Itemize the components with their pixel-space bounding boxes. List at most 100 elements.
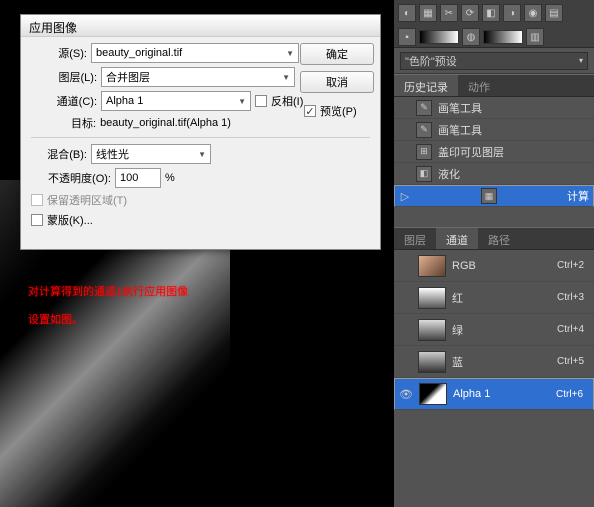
channel-value: Alpha 1: [106, 95, 143, 107]
tab-channels[interactable]: 通道: [436, 228, 478, 249]
history-item[interactable]: ✎ 画笔工具: [394, 119, 594, 141]
channel-name: 绿: [452, 322, 463, 338]
ok-button[interactable]: 确定: [300, 43, 374, 65]
preview-label: 预览(P): [320, 103, 357, 119]
tool-icon[interactable]: ⟳: [461, 4, 479, 22]
tool-icon[interactable]: ◧: [482, 4, 500, 22]
history-item[interactable]: ✎ 画笔工具: [394, 97, 594, 119]
preview-checkbox[interactable]: ✓: [304, 105, 316, 117]
layer-label: 图层(L):: [45, 69, 97, 85]
apply-image-dialog: 应用图像 源(S): beauty_original.tif ▼ 图层(L): …: [20, 14, 381, 250]
tool-icon[interactable]: ▤: [545, 4, 563, 22]
tool-icon[interactable]: ◑: [503, 4, 521, 22]
channel-item[interactable]: 绿 Ctrl+4: [394, 314, 594, 346]
tool-icon[interactable]: ◐: [398, 4, 416, 22]
history-panel: 历史记录 动作 ✎ 画笔工具 ✎ 画笔工具 ⊞ 盖印可见图层 ◧ 液化 ▷▦计算: [394, 74, 594, 207]
top-toolbar: ◐ ▦ ✂ ⟳ ◧ ◑ ◉ ▤ ▪ ◍ ▥: [394, 0, 594, 48]
cancel-label: 取消: [326, 74, 348, 90]
target-value: beauty_original.tif(Alpha 1): [100, 117, 231, 129]
tab-paths[interactable]: 路径: [478, 228, 520, 249]
right-panel-stack: ◐ ▦ ✂ ⟳ ◧ ◑ ◉ ▤ ▪ ◍ ▥ "色阶"预设 ▾ 历史记录 动作 ✎…: [394, 0, 594, 507]
channel-item[interactable]: RGBCtrl+2: [394, 250, 594, 282]
preserve-transparency-checkbox: [31, 194, 43, 206]
preserve-transparency-label: 保留透明区域(T): [47, 192, 127, 208]
history-marker-icon: ▷: [399, 190, 411, 203]
blend-select[interactable]: 线性光 ▼: [91, 144, 211, 164]
channel-thumbnail: [419, 383, 447, 405]
history-item[interactable]: ▷▦计算: [394, 185, 594, 207]
opacity-unit: %: [165, 172, 175, 184]
channel-item[interactable]: 红Ctrl+3: [394, 282, 594, 314]
history-item-label: 画笔工具: [438, 100, 482, 116]
tool-icon[interactable]: ✂: [440, 4, 458, 22]
tab-layers[interactable]: 图层: [394, 228, 436, 249]
channel-name: 蓝: [452, 354, 463, 370]
invert-label: 反相(I): [271, 93, 303, 109]
levels-preset-bar: "色阶"预设 ▾: [394, 48, 594, 74]
history-item-label: 计算: [567, 188, 589, 204]
annotation-line2: 设置如图。: [28, 306, 188, 334]
red-annotation: 对计算得到的通道1执行应用图像 设置如图。: [28, 278, 188, 334]
channel-name: Alpha 1: [453, 388, 490, 400]
visibility-eye-icon[interactable]: 👁: [399, 388, 413, 401]
dropdown-arrow-icon: ▼: [286, 49, 294, 58]
channel-name: RGB: [452, 260, 476, 272]
tool-icon[interactable]: ◉: [524, 4, 542, 22]
divider: [31, 137, 370, 138]
channel-thumbnail: [418, 319, 446, 341]
history-step-icon: ⊞: [416, 144, 432, 160]
tool-icon[interactable]: ▥: [526, 28, 544, 46]
tool-icon[interactable]: ◍: [462, 28, 480, 46]
opacity-input[interactable]: 100: [115, 168, 161, 188]
opacity-label: 不透明度(O):: [31, 170, 111, 186]
source-select[interactable]: beauty_original.tif ▼: [91, 43, 299, 63]
tool-icon[interactable]: ▦: [419, 4, 437, 22]
channel-thumbnail: [418, 287, 446, 309]
history-item-label: 盖印可见图层: [438, 144, 504, 160]
opacity-value: 100: [120, 172, 138, 184]
invert-checkbox[interactable]: [255, 95, 267, 107]
target-label: 目标:: [71, 115, 96, 131]
layer-select[interactable]: 合并图层 ▼: [101, 67, 295, 87]
check-icon: ✓: [305, 105, 314, 118]
channel-thumbnail: [418, 351, 446, 373]
preset-select[interactable]: "色阶"预设 ▾: [400, 52, 588, 70]
channel-name: 红: [452, 290, 463, 306]
gradient-strip[interactable]: [483, 30, 523, 44]
history-item[interactable]: ⊞ 盖印可见图层: [394, 141, 594, 163]
dropdown-arrow-icon: ▼: [198, 150, 206, 159]
channel-shortcut: Ctrl+4: [557, 324, 584, 335]
swatch-icon[interactable]: ▪: [398, 28, 416, 46]
blend-label: 混合(B):: [31, 146, 87, 162]
dialog-title: 应用图像: [21, 15, 380, 37]
source-value: beauty_original.tif: [96, 47, 182, 59]
dropdown-arrow-icon: ▼: [238, 97, 246, 106]
channel-shortcut: Ctrl+5: [557, 356, 584, 367]
channel-shortcut: Ctrl+6: [556, 389, 583, 400]
annotation-line1: 对计算得到的通道1执行应用图像: [28, 278, 188, 306]
history-step-icon: ✎: [416, 122, 432, 138]
blend-value: 线性光: [96, 146, 129, 162]
history-list: ✎ 画笔工具 ✎ 画笔工具 ⊞ 盖印可见图层 ◧ 液化 ▷▦计算: [394, 97, 594, 207]
history-item-label: 液化: [438, 166, 460, 182]
dropdown-arrow-icon: ▾: [579, 56, 583, 65]
tab-history[interactable]: 历史记录: [394, 75, 458, 96]
mask-label: 蒙版(K)...: [47, 212, 93, 228]
ok-label: 确定: [326, 46, 348, 62]
channel-thumbnail: [418, 255, 446, 277]
channel-select[interactable]: Alpha 1 ▼: [101, 91, 251, 111]
history-step-icon: ◧: [416, 166, 432, 182]
mask-checkbox[interactable]: [31, 214, 43, 226]
channel-label: 通道(C):: [45, 93, 97, 109]
layer-value: 合并图层: [106, 69, 150, 85]
history-item[interactable]: ◧ 液化: [394, 163, 594, 185]
channel-item[interactable]: 👁 Alpha 1 Ctrl+6: [394, 378, 594, 410]
history-item-label: 画笔工具: [438, 122, 482, 138]
cancel-button[interactable]: 取消: [300, 71, 374, 93]
gradient-strip[interactable]: [419, 30, 459, 44]
history-step-icon: ✎: [416, 100, 432, 116]
tab-actions[interactable]: 动作: [458, 75, 500, 96]
preset-label: "色阶"预设: [405, 53, 457, 69]
channel-item[interactable]: 蓝 Ctrl+5: [394, 346, 594, 378]
channels-list: RGBCtrl+2红Ctrl+3 绿 Ctrl+4 蓝 Ctrl+5 👁 Alpha 1 Ct…: [394, 250, 594, 410]
